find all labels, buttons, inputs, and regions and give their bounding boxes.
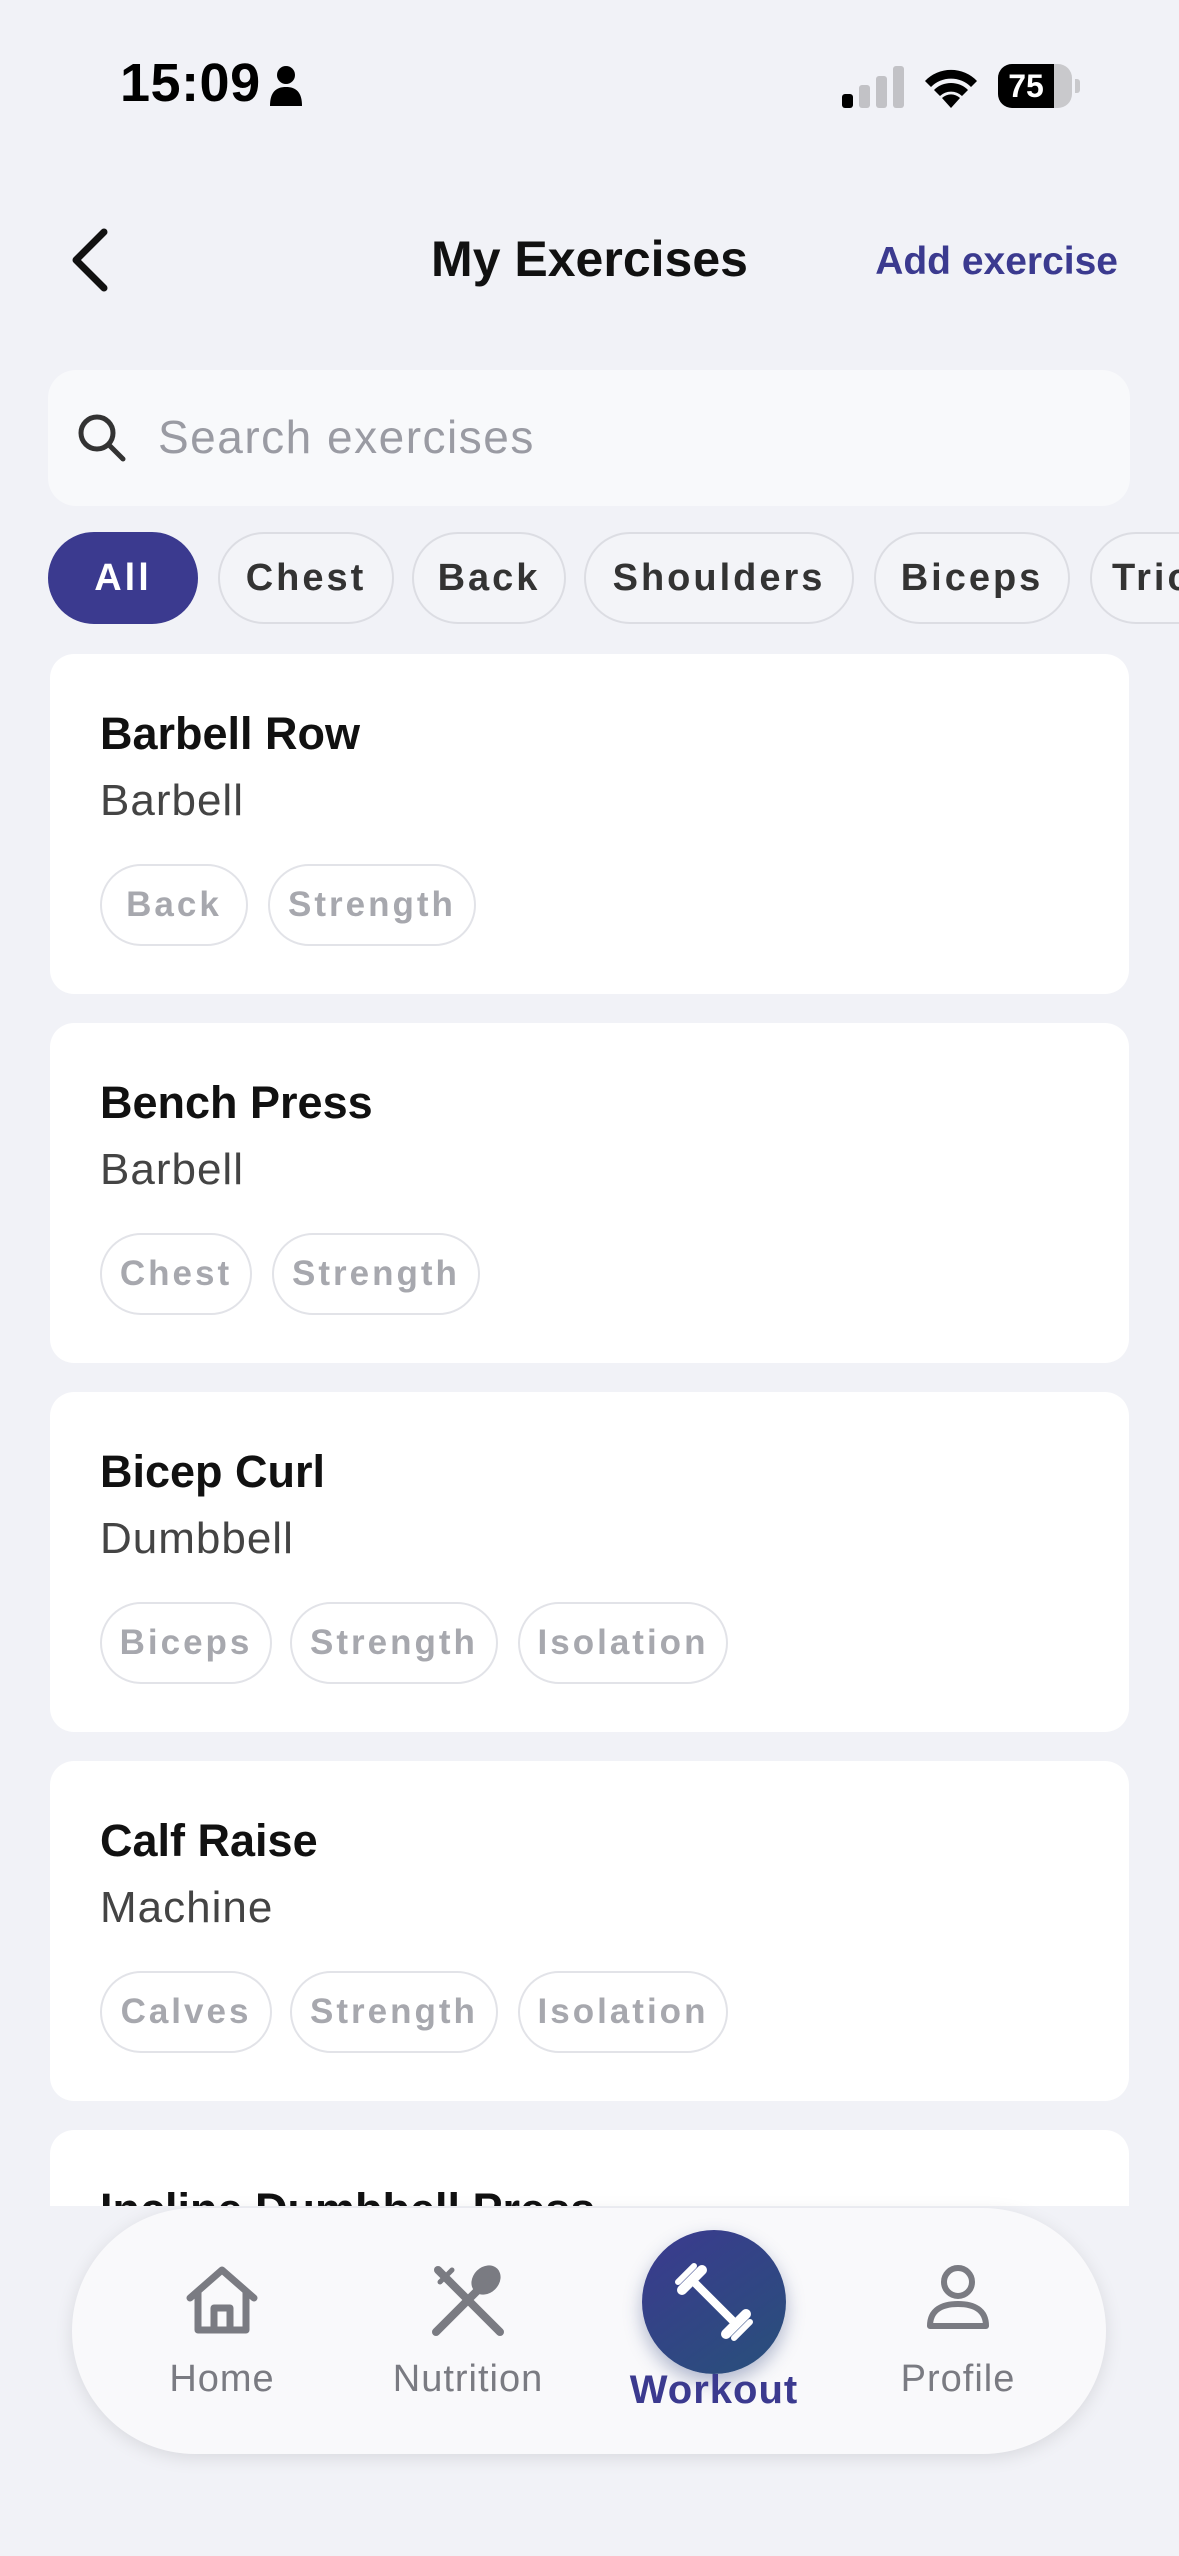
person-icon: [270, 66, 302, 106]
exercise-equipment: Dumbbell: [100, 1514, 294, 1563]
exercise-equipment: Machine: [100, 1883, 274, 1932]
exercise-equipment: Barbell: [100, 776, 244, 825]
battery-icon: 75: [998, 64, 1080, 108]
tab-label: Profile: [900, 2358, 1016, 2400]
exercise-tag: Back: [100, 864, 248, 946]
filter-chip-all[interactable]: All: [48, 532, 198, 624]
exercise-tag: Strength: [290, 1971, 498, 2053]
exercise-list[interactable]: Barbell Row Barbell Back Strength Bench …: [0, 650, 1179, 2206]
exercise-card-bench-press[interactable]: Bench Press Barbell Chest Strength: [50, 1023, 1129, 1363]
exercise-name: Bench Press: [100, 1077, 373, 1128]
person-icon: [927, 2265, 989, 2329]
tab-nutrition[interactable]: Nutrition: [358, 2208, 578, 2454]
tab-bar: Home Nutrition Workout Profile: [72, 2208, 1106, 2454]
exercise-tag: Biceps: [100, 1602, 272, 1684]
wifi-icon: [925, 69, 977, 108]
dumbbell-icon: [675, 2263, 753, 2341]
exercise-tag: Strength: [268, 864, 476, 946]
exercise-name: Bicep Curl: [100, 1446, 326, 1497]
exercise-card-bicep-curl[interactable]: Bicep Curl Dumbbell Biceps Strength Isol…: [50, 1392, 1129, 1732]
filter-chip-back[interactable]: Back: [412, 532, 566, 624]
tab-home[interactable]: Home: [112, 2208, 332, 2454]
exercise-name: Calf Raise: [100, 1815, 318, 1866]
exercise-card-incline-dumbbell-press[interactable]: Incline Dumbbell Press: [50, 2130, 1129, 2206]
search-input[interactable]: Search exercises: [48, 370, 1130, 506]
filter-chips: All Chest Back Shoulders Biceps Triceps: [48, 532, 1179, 628]
tab-label: Workout: [629, 2368, 799, 2412]
status-time: 15:09: [120, 53, 261, 113]
exercise-tag: Calves: [100, 1971, 272, 2053]
exercise-name: Incline Dumbbell Press: [100, 2184, 595, 2206]
exercise-name: Barbell Row: [100, 708, 361, 759]
exercise-card-calf-raise[interactable]: Calf Raise Machine Calves Strength Isola…: [50, 1761, 1129, 2101]
exercise-card-barbell-row[interactable]: Barbell Row Barbell Back Strength: [50, 654, 1129, 994]
battery-level: 75: [1008, 68, 1044, 104]
exercise-tag: Isolation: [518, 1971, 728, 2053]
exercise-tag: Strength: [272, 1233, 480, 1315]
workout-tab-circle: [642, 2230, 786, 2374]
search-placeholder: Search exercises: [158, 411, 535, 463]
filter-chip-biceps[interactable]: Biceps: [874, 532, 1070, 624]
exercise-equipment: Barbell: [100, 1145, 244, 1194]
tab-label: Nutrition: [392, 2358, 544, 2400]
add-exercise-button[interactable]: Add exercise: [875, 240, 1118, 284]
search-icon: [78, 414, 126, 462]
filter-chip-shoulders[interactable]: Shoulders: [584, 532, 854, 624]
fork-spoon-icon: [432, 2265, 504, 2336]
tab-workout[interactable]: Workout: [604, 2208, 824, 2454]
filter-chip-chest[interactable]: Chest: [218, 532, 394, 624]
filter-chip-triceps[interactable]: Triceps: [1090, 532, 1179, 624]
exercise-tag: Chest: [100, 1233, 252, 1315]
exercise-tag: Isolation: [518, 1602, 728, 1684]
exercise-tag: Strength: [290, 1602, 498, 1684]
tab-profile[interactable]: Profile: [848, 2208, 1068, 2454]
cellular-signal-icon: [842, 66, 904, 108]
header: My Exercises Add exercise: [0, 200, 1179, 320]
tab-label: Home: [169, 2358, 275, 2400]
status-bar: 15:09 75: [0, 0, 1179, 150]
home-icon: [186, 2266, 258, 2334]
